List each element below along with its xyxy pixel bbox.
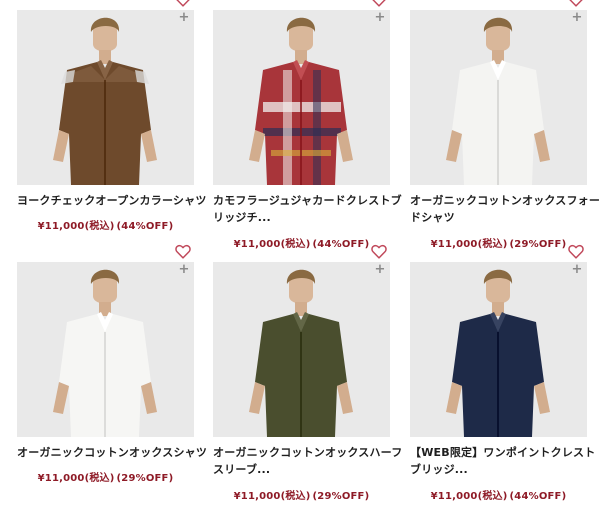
price-value: ¥11,000(税込) — [233, 239, 311, 250]
discount-label: (29%OFF) — [116, 473, 174, 484]
product-title-line: カモフラージュジャカードクレストブ — [213, 194, 402, 207]
price-value: ¥11,000(税込) — [233, 491, 311, 502]
product-title[interactable]: カモフラージュジャカードクレストブ リッジチ... — [213, 192, 402, 226]
heart-icon[interactable] — [175, 0, 191, 7]
discount-label: (44%OFF) — [509, 491, 567, 502]
product-title-line: 【WEB限定】ワンポイントクレスト — [410, 446, 596, 459]
add-icon[interactable]: + — [571, 11, 583, 25]
heart-icon[interactable] — [568, 244, 584, 259]
product-price: ¥11,000(税込) (44%OFF) — [17, 217, 194, 232]
heart-icon[interactable] — [175, 244, 191, 259]
product-title-line: オーガニックコットンオックスフォー — [410, 194, 600, 207]
product-price: ¥11,000(税込) (29%OFF) — [17, 469, 194, 484]
product-title-line: オーガニックコットンオックスシャツ — [17, 446, 208, 459]
price-value: ¥11,000(税込) — [37, 473, 115, 484]
add-icon[interactable]: + — [178, 11, 190, 25]
product-title-line: リッジチ... — [213, 211, 271, 224]
product-photo[interactable] — [213, 262, 390, 437]
product-photo[interactable] — [213, 10, 390, 185]
product-title-line: ヨークチェックオープンカラーシャツ — [17, 194, 207, 207]
add-icon[interactable]: + — [178, 263, 190, 277]
product-photo[interactable] — [17, 10, 194, 185]
heart-icon[interactable] — [371, 0, 387, 7]
price-value: ¥11,000(税込) — [37, 221, 115, 232]
product-price: ¥11,000(税込) (44%OFF) — [410, 487, 587, 502]
product-price: ¥11,000(税込) (29%OFF) — [213, 487, 390, 502]
product-price: ¥11,000(税込) (44%OFF) — [213, 235, 390, 250]
product-photo[interactable] — [17, 262, 194, 437]
product-price: ¥11,000(税込) (29%OFF) — [410, 235, 587, 250]
product-title-line: スリーブ... — [213, 463, 271, 476]
discount-label: (44%OFF) — [116, 221, 174, 232]
discount-label: (29%OFF) — [509, 239, 567, 250]
product-title[interactable]: オーガニックコットンオックスシャツ — [17, 444, 208, 461]
product-title[interactable]: オーガニックコットンオックスフォー ドシャツ — [410, 192, 600, 226]
heart-icon[interactable] — [568, 0, 584, 7]
price-value: ¥11,000(税込) — [430, 491, 508, 502]
product-title-line: ブリッジ... — [410, 463, 468, 476]
add-icon[interactable]: + — [374, 263, 386, 277]
discount-label: (29%OFF) — [312, 491, 370, 502]
product-title-line: オーガニックコットンオックスハーフ — [213, 446, 403, 459]
price-value: ¥11,000(税込) — [430, 239, 508, 250]
product-title[interactable]: 【WEB限定】ワンポイントクレスト ブリッジ... — [410, 444, 596, 478]
add-icon[interactable]: + — [571, 263, 583, 277]
add-icon[interactable]: + — [374, 11, 386, 25]
product-title[interactable]: ヨークチェックオープンカラーシャツ — [17, 192, 207, 209]
product-photo[interactable] — [410, 262, 587, 437]
product-title-line: ドシャツ — [410, 211, 455, 224]
heart-icon[interactable] — [371, 244, 387, 259]
product-photo[interactable] — [410, 10, 587, 185]
discount-label: (44%OFF) — [312, 239, 370, 250]
product-title[interactable]: オーガニックコットンオックスハーフ スリーブ... — [213, 444, 403, 478]
